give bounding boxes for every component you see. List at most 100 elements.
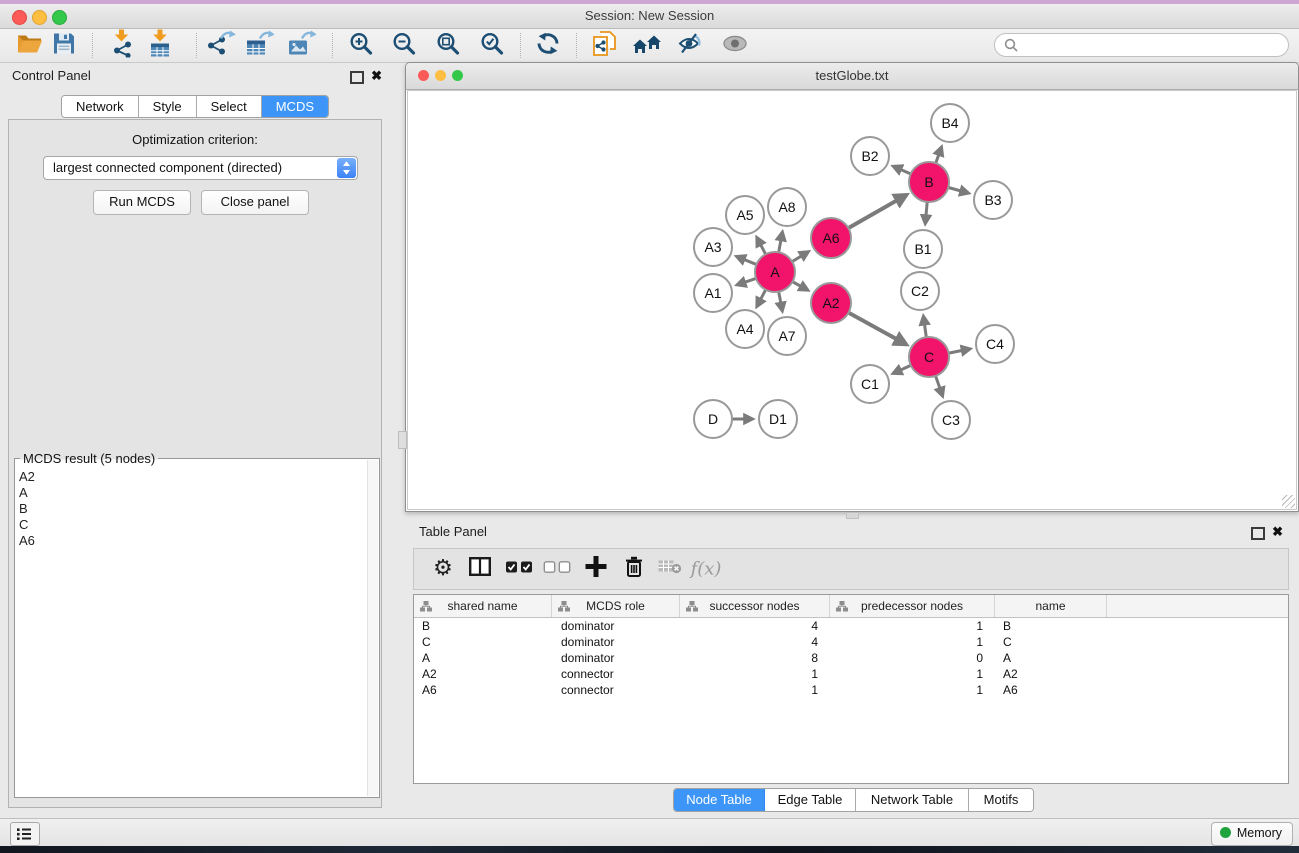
node-A4[interactable]: A4	[726, 310, 764, 348]
memory-button[interactable]: Memory	[1211, 822, 1293, 846]
table-cell[interactable]: dominator	[552, 618, 680, 634]
table-cell[interactable]: A	[995, 650, 1107, 666]
column-header-name[interactable]: name	[995, 595, 1107, 617]
copy-network-icon[interactable]	[592, 31, 618, 61]
table-row[interactable]: Adominator80A	[414, 650, 1288, 666]
mcds-result-item[interactable]: B	[19, 501, 365, 517]
mcds-result-scrollbar[interactable]	[367, 460, 378, 796]
run-mcds-button[interactable]: Run MCDS	[93, 190, 191, 215]
table-cell[interactable]: dominator	[552, 650, 680, 666]
table-cell[interactable]: B	[414, 618, 552, 634]
float-panel-icon[interactable]	[350, 71, 364, 84]
mcds-result-item[interactable]: A6	[19, 533, 365, 549]
table-row[interactable]: Cdominator41C	[414, 634, 1288, 650]
table-settings-gear-icon[interactable]: ⚙	[433, 558, 453, 580]
zoom-in-icon[interactable]	[349, 31, 374, 61]
node-C[interactable]: C	[909, 337, 949, 377]
float-table-panel-icon[interactable]	[1251, 527, 1265, 540]
tab-network-table[interactable]: Network Table	[856, 789, 969, 811]
node-A8[interactable]: A8	[768, 188, 806, 226]
node-B2[interactable]: B2	[851, 137, 889, 175]
table-cell[interactable]: 1	[830, 666, 995, 682]
table-cell[interactable]: connector	[552, 666, 680, 682]
close-panel-button[interactable]: Close panel	[201, 190, 309, 215]
node-A6[interactable]: A6	[811, 218, 851, 258]
close-table-panel-icon[interactable]: ✖	[1272, 524, 1283, 540]
open-session-icon[interactable]	[17, 32, 43, 59]
node-D1[interactable]: D1	[759, 400, 797, 438]
table-cell[interactable]: 1	[830, 618, 995, 634]
node-B1[interactable]: B1	[904, 230, 942, 268]
table-cell[interactable]: A6	[414, 682, 552, 698]
export-image-icon[interactable]	[288, 30, 316, 61]
column-header-mcds-role[interactable]: MCDS role	[552, 595, 680, 617]
hide-selected-eye-icon[interactable]	[677, 32, 703, 59]
table-cell[interactable]: 1	[830, 634, 995, 650]
table-cell[interactable]: A2	[414, 666, 552, 682]
tab-select[interactable]: Select	[197, 96, 262, 117]
column-header-predecessor-nodes[interactable]: predecessor nodes	[830, 595, 995, 617]
table-cell[interactable]: C	[995, 634, 1107, 650]
export-network-icon[interactable]	[208, 30, 236, 61]
show-all-eye-icon[interactable]	[722, 35, 748, 56]
node-A2[interactable]: A2	[811, 283, 851, 323]
table-cell[interactable]: 8	[680, 650, 830, 666]
mcds-result-list[interactable]: A2ABCA6	[19, 469, 365, 793]
table-cell[interactable]: 4	[680, 618, 830, 634]
table-cell[interactable]: 1	[830, 682, 995, 698]
close-panel-icon[interactable]: ✖	[371, 68, 382, 84]
show-panels-list-button[interactable]	[10, 822, 40, 846]
node-C1[interactable]: C1	[851, 365, 889, 403]
table-row[interactable]: A6connector11A6	[414, 682, 1288, 698]
optimization-criterion-select[interactable]: largest connected component (directed)	[43, 156, 358, 180]
delete-column-trash-icon[interactable]	[625, 556, 643, 582]
node-D[interactable]: D	[694, 400, 732, 438]
tab-motifs[interactable]: Motifs	[969, 789, 1033, 811]
table-cell[interactable]: A6	[995, 682, 1107, 698]
node-A[interactable]: A	[755, 252, 795, 292]
home-icon[interactable]	[633, 33, 661, 58]
node-C2[interactable]: C2	[901, 272, 939, 310]
node-C4[interactable]: C4	[976, 325, 1014, 363]
tab-network[interactable]: Network	[62, 96, 139, 117]
zoom-selected-icon[interactable]	[480, 31, 505, 61]
table-cell[interactable]: 1	[680, 682, 830, 698]
node-A1[interactable]: A1	[694, 274, 732, 312]
refresh-icon[interactable]	[536, 31, 560, 60]
tab-node-table[interactable]: Node Table	[674, 789, 765, 811]
column-header-successor-nodes[interactable]: successor nodes	[680, 595, 830, 617]
zoom-out-icon[interactable]	[392, 31, 417, 61]
column-view-icon[interactable]	[469, 557, 491, 581]
node-A7[interactable]: A7	[768, 317, 806, 355]
tab-edge-table[interactable]: Edge Table	[765, 789, 856, 811]
import-network-icon[interactable]	[109, 29, 135, 62]
table-row[interactable]: Bdominator41B	[414, 618, 1288, 634]
select-all-columns-icon[interactable]	[506, 560, 533, 578]
tab-style[interactable]: Style	[139, 96, 197, 117]
vertical-scrollbar-thumb[interactable]	[398, 431, 407, 449]
table-cell[interactable]: A2	[995, 666, 1107, 682]
mcds-result-item[interactable]: A	[19, 485, 365, 501]
node-A3[interactable]: A3	[694, 228, 732, 266]
table-cell[interactable]: 0	[830, 650, 995, 666]
import-table-icon[interactable]	[148, 29, 172, 62]
node-B3[interactable]: B3	[974, 181, 1012, 219]
table-cell[interactable]: C	[414, 634, 552, 650]
tab-mcds[interactable]: MCDS	[262, 96, 328, 117]
network-canvas[interactable]: B4B2BB3A5A8A6A3B1AC2A1A2A4A7C4CC1C3DD1	[407, 90, 1297, 510]
node-C3[interactable]: C3	[932, 401, 970, 439]
mcds-result-item[interactable]: A2	[19, 469, 365, 485]
table-row[interactable]: A2connector11A2	[414, 666, 1288, 682]
network-window-titlebar[interactable]: testGlobe.txt	[406, 63, 1298, 90]
resize-grip-icon[interactable]	[1282, 495, 1295, 508]
column-header-shared-name[interactable]: shared name	[414, 595, 552, 617]
table-cell[interactable]: connector	[552, 682, 680, 698]
save-session-icon[interactable]	[52, 31, 76, 60]
table-cell[interactable]: A	[414, 650, 552, 666]
create-column-plus-icon[interactable]	[586, 556, 607, 582]
network-graph[interactable]: B4B2BB3A5A8A6A3B1AC2A1A2A4A7C4CC1C3DD1	[408, 91, 1298, 511]
table-cell[interactable]: dominator	[552, 634, 680, 650]
export-table-icon[interactable]	[246, 30, 274, 61]
node-B4[interactable]: B4	[931, 104, 969, 142]
zoom-fit-icon[interactable]	[436, 31, 461, 61]
